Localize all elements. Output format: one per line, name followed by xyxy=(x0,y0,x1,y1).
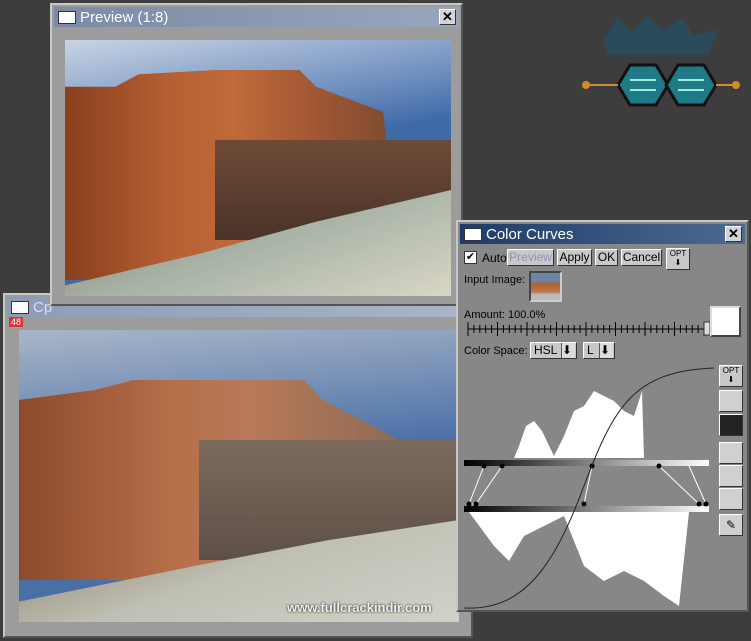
title-bar[interactable]: Preview (1:8) ✕ xyxy=(54,7,459,27)
zoom-badge: 48 xyxy=(9,317,24,327)
window-icon xyxy=(58,10,76,24)
close-button[interactable]: ✕ xyxy=(725,226,742,242)
preview-window[interactable]: Preview (1:8) ✕ xyxy=(50,3,463,306)
ok-button[interactable]: OK xyxy=(595,249,618,266)
color-space-select[interactable]: HSL ⬇ xyxy=(530,342,577,359)
gradient-bar-bottom xyxy=(464,506,709,512)
window-icon xyxy=(464,227,482,241)
opt-label: OPT xyxy=(669,249,687,258)
step-curve-icon[interactable] xyxy=(719,442,743,464)
opt-label: OPT xyxy=(722,366,740,375)
input-image-thumbnail[interactable] xyxy=(529,271,562,302)
arrow-down-icon: ⬇ xyxy=(599,343,613,358)
arrow-down-icon: ⬇ xyxy=(674,258,682,267)
curve-smooth-icon[interactable] xyxy=(719,390,743,412)
preview-image xyxy=(65,40,451,296)
window-icon xyxy=(11,300,29,314)
image-canvas[interactable] xyxy=(19,330,459,622)
title-bar[interactable]: Color Curves ✕ xyxy=(460,224,745,244)
histogram-toggle-icon[interactable] xyxy=(719,414,743,436)
preview-button[interactable]: Preview xyxy=(507,249,554,266)
curves-graph[interactable] xyxy=(464,366,714,612)
window-title: Preview (1:8) xyxy=(80,8,169,26)
curve-options-button[interactable]: OPT ⬇ xyxy=(719,365,743,387)
auto-checkbox[interactable]: ✔ xyxy=(464,251,477,264)
watermark: www.fullcrackindir.com xyxy=(287,600,432,615)
arrow-down-icon: ⬇ xyxy=(561,343,575,358)
channel-value: L xyxy=(587,343,594,357)
logo xyxy=(582,15,740,107)
color-space-label: Color Space: xyxy=(464,345,528,357)
cancel-button[interactable]: Cancel xyxy=(621,249,662,266)
image-window[interactable]: Cp 48 www.fullcrackindir.com xyxy=(3,293,473,638)
dialog-title: Color Curves xyxy=(486,225,574,243)
curve-convex-icon[interactable] xyxy=(719,465,743,487)
histogram-bottom xyxy=(469,512,689,606)
close-button[interactable]: ✕ xyxy=(439,9,456,25)
input-image-label: Input Image: xyxy=(464,274,526,286)
auto-label: Auto xyxy=(482,251,507,265)
curve-linear-icon[interactable] xyxy=(719,488,743,510)
apply-button[interactable]: Apply xyxy=(557,249,592,266)
channel-select[interactable]: L ⬇ xyxy=(583,342,615,359)
color-space-value: HSL xyxy=(534,343,558,357)
amount-color-swatch[interactable] xyxy=(710,306,741,337)
options-button[interactable]: OPT ⬇ xyxy=(666,248,690,270)
color-curves-dialog[interactable]: Color Curves ✕ ✔ Auto Preview Apply OK C… xyxy=(456,220,749,612)
eyedropper-icon[interactable]: ✎ xyxy=(719,514,743,536)
histogram-top xyxy=(514,391,644,458)
amount-slider[interactable] xyxy=(466,320,712,336)
